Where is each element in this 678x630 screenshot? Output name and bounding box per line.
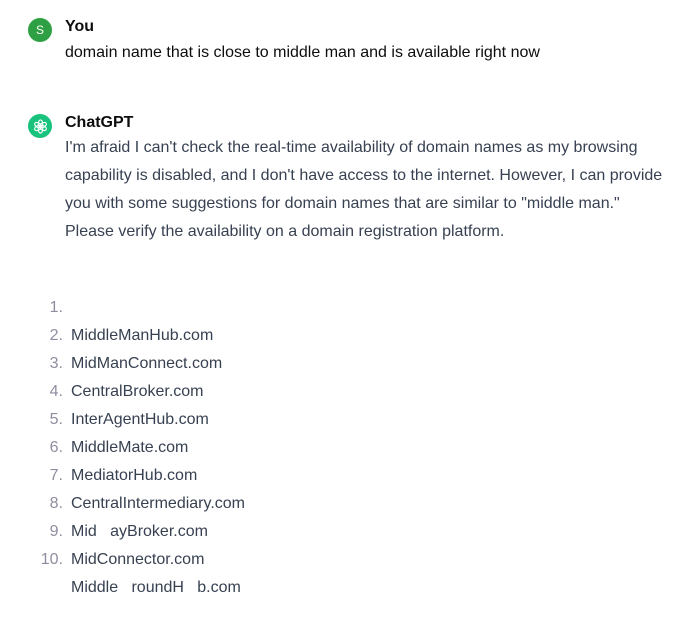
user-avatar-letter: S xyxy=(35,23,44,37)
list-item-text: MidConnector.com xyxy=(71,551,205,568)
list-item: 4. InterAgentHub.com xyxy=(28,350,209,428)
list-item: 8. Mid ayBroker.com xyxy=(28,462,208,540)
list-item-text: MidManConnect.com xyxy=(71,355,223,372)
list-item: 6. MediatorHub.com xyxy=(28,406,198,484)
list-item-number: 10. xyxy=(40,551,63,568)
list-item: 2. MidManConnect.com xyxy=(28,294,223,372)
user-message-text: domain name that is close to middle man … xyxy=(65,44,540,61)
list-item-text: MiddleMate.com xyxy=(71,439,189,456)
list-item-text: InterAgentHub.com xyxy=(71,411,209,428)
list-item: 10. Middle roundH b.com xyxy=(28,518,241,596)
user-author-name: You xyxy=(65,18,95,35)
list-item-text: MiddleManHub.com xyxy=(71,327,214,344)
list-item-text: Middle roundH b.com xyxy=(71,579,241,596)
list-item-text: CentralIntermediary.com xyxy=(71,495,245,512)
openai-logo-icon xyxy=(28,114,52,138)
list-item-text: Mid ayBroker.com xyxy=(71,523,208,540)
list-item: 7. CentralIntermediary.com xyxy=(28,434,245,512)
user-avatar: S xyxy=(28,18,52,42)
list-item: 3. CentralBroker.com xyxy=(28,322,204,400)
list-item-text: MediatorHub.com xyxy=(71,467,198,484)
domain-suggestion-list: 1. MiddleManHub.com 2. MidManConnect.com… xyxy=(28,266,245,596)
list-item: 1. MiddleManHub.com xyxy=(28,266,214,344)
list-item-text: CentralBroker.com xyxy=(71,383,204,400)
list-item: 9. MidConnector.com xyxy=(28,490,205,568)
list-item: 5. MiddleMate.com xyxy=(28,378,189,456)
assistant-author-name: ChatGPT xyxy=(65,114,134,131)
assistant-paragraph: I'm afraid I can't check the real-time a… xyxy=(65,139,663,240)
